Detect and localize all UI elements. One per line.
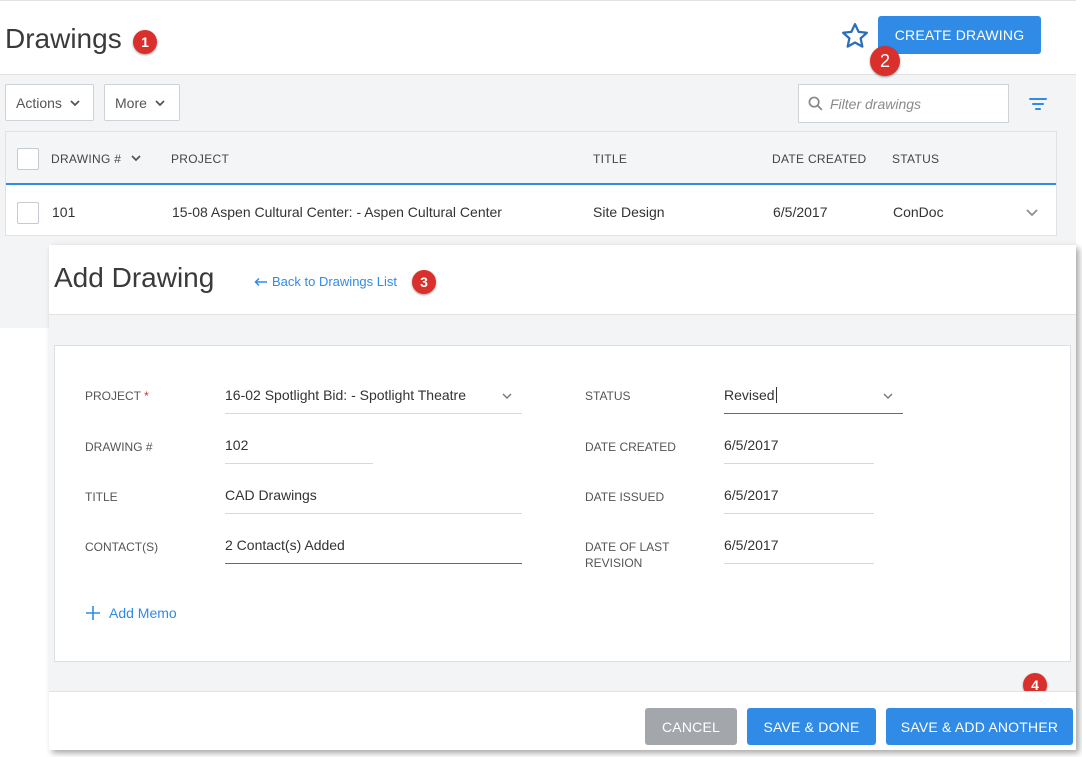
contacts-field[interactable]: 2 Contact(s) Added bbox=[225, 537, 522, 564]
title-field[interactable]: CAD Drawings bbox=[225, 487, 522, 514]
date-last-revision-field[interactable]: 6/5/2017 bbox=[724, 537, 874, 564]
filter-icon[interactable] bbox=[1029, 96, 1047, 112]
date-last-revision-label-line1: DATE OF LAST bbox=[585, 540, 670, 554]
cell-project: 15-08 Aspen Cultural Center: - Aspen Cul… bbox=[172, 204, 502, 220]
project-select[interactable]: 16-02 Spotlight Bid: - Spotlight Theatre bbox=[225, 387, 522, 414]
add-drawing-panel: Add Drawing Back to Drawings List 3 PROJ… bbox=[49, 245, 1076, 750]
callout-badge-2: 2 bbox=[870, 46, 900, 76]
table-header: DRAWING # PROJECT TITLE DATE CREATED STA… bbox=[6, 132, 1056, 185]
add-drawing-form: PROJECT * 16-02 Spotlight Bid: - Spotlig… bbox=[54, 345, 1071, 662]
search-icon bbox=[808, 96, 823, 111]
project-label: PROJECT * bbox=[85, 388, 149, 404]
callout-badge-3: 3 bbox=[412, 270, 436, 294]
column-label: DRAWING # bbox=[51, 152, 122, 166]
chevron-down-icon bbox=[883, 393, 893, 399]
filter-input[interactable] bbox=[830, 95, 1000, 112]
drawings-table: DRAWING # PROJECT TITLE DATE CREATED STA… bbox=[5, 131, 1057, 236]
column-header-title[interactable]: TITLE bbox=[593, 152, 627, 166]
date-last-revision-label: DATE OF LAST REVISION bbox=[585, 539, 669, 571]
back-to-list-link[interactable]: Back to Drawings List bbox=[254, 274, 397, 289]
add-memo-label: Add Memo bbox=[109, 605, 177, 621]
date-created-field[interactable]: 6/5/2017 bbox=[724, 437, 874, 464]
filter-search[interactable] bbox=[798, 84, 1009, 123]
add-drawing-header: Add Drawing Back to Drawings List 3 bbox=[49, 245, 1076, 315]
project-label-text: PROJECT bbox=[85, 389, 141, 403]
add-drawing-title: Add Drawing bbox=[54, 262, 215, 293]
required-marker: * bbox=[144, 389, 149, 403]
select-all-checkbox[interactable] bbox=[17, 148, 39, 170]
more-label: More bbox=[115, 94, 147, 111]
contacts-label: CONTACT(S) bbox=[85, 540, 159, 554]
date-issued-field[interactable]: 6/5/2017 bbox=[724, 487, 874, 514]
drawing-number-label: DRAWING # bbox=[85, 440, 153, 454]
cell-date-created: 6/5/2017 bbox=[773, 204, 828, 220]
drawing-number-field[interactable]: 102 bbox=[225, 437, 373, 464]
title-label: TITLE bbox=[85, 490, 118, 504]
more-dropdown[interactable]: More bbox=[104, 84, 180, 121]
column-header-status[interactable]: STATUS bbox=[892, 152, 939, 166]
page-title: Drawings bbox=[5, 23, 122, 54]
date-last-revision-label-line2: REVISION bbox=[585, 556, 643, 570]
chevron-down-icon bbox=[70, 99, 80, 106]
save-add-another-button[interactable]: SAVE & ADD ANOTHER bbox=[886, 708, 1073, 745]
cell-title: Site Design bbox=[593, 204, 665, 220]
cancel-button[interactable]: CANCEL bbox=[645, 708, 737, 745]
status-value: Revised bbox=[724, 387, 775, 403]
actions-label: Actions bbox=[16, 94, 62, 111]
cell-status: ConDoc bbox=[893, 204, 944, 220]
row-checkbox[interactable] bbox=[17, 202, 39, 224]
back-link-label: Back to Drawings List bbox=[272, 274, 397, 289]
status-select[interactable]: Revised bbox=[724, 387, 903, 414]
date-issued-label: DATE ISSUED bbox=[585, 490, 665, 504]
arrow-left-icon bbox=[254, 277, 267, 286]
column-header-drawing-number[interactable]: DRAWING # bbox=[51, 152, 141, 166]
column-header-date-created[interactable]: DATE CREATED bbox=[772, 152, 867, 166]
page-header: Drawings 1 CREATE DRAWING 2 bbox=[0, 0, 1076, 76]
expand-row-chevron-icon[interactable] bbox=[1026, 207, 1038, 217]
status-label: STATUS bbox=[585, 389, 631, 403]
callout-badge-1: 1 bbox=[133, 30, 157, 54]
add-memo-link[interactable]: Add Memo bbox=[85, 605, 177, 621]
date-created-label: DATE CREATED bbox=[585, 440, 676, 454]
create-drawing-button[interactable]: CREATE DRAWING bbox=[878, 16, 1041, 54]
plus-icon bbox=[86, 606, 100, 620]
save-done-button[interactable]: SAVE & DONE bbox=[747, 708, 876, 745]
star-icon[interactable] bbox=[840, 21, 870, 51]
actions-dropdown[interactable]: Actions bbox=[5, 84, 94, 121]
form-footer: CANCEL SAVE & DONE SAVE & ADD ANOTHER bbox=[49, 691, 1076, 750]
chevron-down-icon bbox=[502, 393, 512, 399]
cell-drawing-number: 101 bbox=[52, 204, 76, 220]
chevron-down-icon bbox=[131, 155, 141, 162]
column-header-project[interactable]: PROJECT bbox=[171, 152, 229, 166]
text-cursor bbox=[775, 387, 777, 403]
chevron-down-icon bbox=[155, 99, 165, 106]
project-value: 16-02 Spotlight Bid: - Spotlight Theatre bbox=[225, 387, 467, 403]
